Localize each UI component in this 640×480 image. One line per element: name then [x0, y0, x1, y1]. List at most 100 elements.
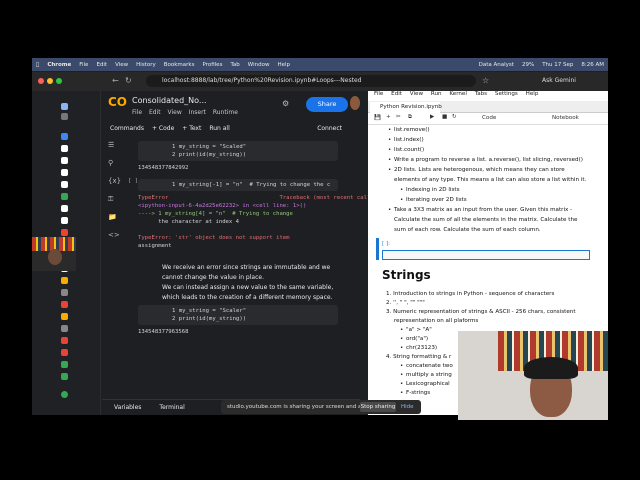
numbered-item-cont: representation on all plaforms	[394, 318, 479, 324]
close-window-icon[interactable]	[38, 78, 44, 84]
stop-sharing-button[interactable]: Stop sharing	[360, 402, 396, 412]
menu-file[interactable]: File	[132, 109, 142, 116]
youtube-icon[interactable]	[61, 349, 68, 356]
menubar-help[interactable]: Help	[277, 62, 290, 68]
numbered-item: 1. Introduction to strings in Python - s…	[386, 291, 555, 297]
menubar-bookmarks[interactable]: Bookmarks	[164, 62, 195, 68]
menubar-view[interactable]: View	[115, 62, 128, 68]
avatar[interactable]	[350, 96, 360, 110]
back-icon[interactable]: ←	[112, 76, 119, 85]
reload-icon[interactable]: ↻	[125, 76, 132, 85]
code-icon[interactable]: <>	[108, 231, 120, 239]
github-icon[interactable]	[61, 145, 68, 152]
hide-banner-button[interactable]: Hide	[401, 402, 414, 412]
extension-icon[interactable]	[61, 373, 68, 380]
search-icon[interactable]: ⚲	[108, 159, 113, 167]
github-icon[interactable]	[61, 157, 68, 164]
github-icon[interactable]	[61, 217, 68, 224]
menubar-edit[interactable]: Edit	[96, 62, 107, 68]
code-cell[interactable]: 1 my_string = "Scaled" 2 print(id(my_str…	[138, 141, 338, 161]
connect-button[interactable]: Connect	[317, 125, 342, 132]
kernel-label[interactable]: Notebook	[552, 115, 579, 121]
url-bar[interactable]: localhost:8888/lab/tree/Python%20Revisio…	[146, 75, 476, 87]
github-icon[interactable]	[61, 169, 68, 176]
menubar-file[interactable]: File	[79, 62, 88, 68]
youtube-icon[interactable]	[61, 337, 68, 344]
extension-icon[interactable]	[61, 313, 68, 320]
error-message: assignment	[138, 243, 172, 249]
traceback-line: <ipython-input-6-4a2d25e62232> in <cell …	[138, 203, 307, 209]
save-icon[interactable]: 💾	[374, 115, 381, 121]
cell-type-select[interactable]: Code	[482, 115, 496, 121]
menu-runtime[interactable]: Runtime	[213, 109, 238, 116]
stop-icon[interactable]: ■	[442, 114, 447, 120]
run-icon[interactable]: ▶	[430, 114, 434, 120]
jmenu-help[interactable]: Help	[526, 91, 539, 97]
menu-edit[interactable]: Edit	[149, 109, 161, 116]
variables-tab[interactable]: Variables	[114, 404, 141, 411]
add-code-button[interactable]: + Code	[152, 125, 174, 132]
jmenu-edit[interactable]: Edit	[391, 91, 402, 97]
extension-icon[interactable]	[61, 133, 68, 140]
github-icon[interactable]	[61, 181, 68, 188]
extension-icon[interactable]	[61, 229, 68, 236]
code-cell[interactable]: 1 my_string = "Scaler" 2 print(id(my_str…	[138, 305, 338, 325]
menubar-app[interactable]: Chrome	[47, 62, 71, 68]
extension-icon[interactable]	[61, 289, 68, 296]
extension-icon[interactable]	[61, 277, 68, 284]
list-item: Take a 3X3 matrix as an input from the u…	[388, 206, 572, 214]
variables-icon[interactable]: {x}	[108, 177, 121, 185]
code-cell[interactable]: [ ] 1 my_string[-1] = "n" # Trying to ch…	[128, 178, 338, 191]
jmenu-file[interactable]: File	[374, 91, 383, 97]
star-icon[interactable]: ☆	[482, 76, 489, 85]
add-icon[interactable]	[61, 391, 68, 398]
colab-logo[interactable]: CO	[108, 96, 127, 108]
menu-view[interactable]: View	[168, 109, 182, 116]
exec-count[interactable]: [ ]	[128, 178, 138, 184]
add-cell-icon[interactable]: +	[386, 114, 391, 120]
menu-insert[interactable]: Insert	[189, 109, 206, 116]
apple-icon[interactable]: 	[36, 62, 39, 68]
share-button[interactable]: Share	[306, 97, 348, 112]
commands-button[interactable]: Commands	[110, 125, 144, 132]
extension-icon[interactable]	[61, 113, 68, 120]
github-icon[interactable]	[61, 205, 68, 212]
secrets-icon[interactable]: ⚿	[108, 195, 113, 204]
menubar-tab[interactable]: Tab	[230, 62, 239, 68]
run-all-button[interactable]: Run all	[209, 125, 229, 132]
cut-icon[interactable]: ✂	[396, 114, 401, 120]
list-item: list.count()	[388, 146, 424, 154]
menubar-history[interactable]: History	[136, 62, 156, 68]
terminal-tab[interactable]: Terminal	[159, 404, 184, 411]
extension-icon[interactable]	[61, 361, 68, 368]
add-text-button[interactable]: + Text	[182, 125, 201, 132]
sub-list-item: chr(23123)	[400, 344, 437, 352]
ask-gemini-button[interactable]: Ask Gemini	[542, 77, 576, 84]
jmenu-view[interactable]: View	[410, 91, 423, 97]
jmenu-settings[interactable]: Settings	[495, 91, 518, 97]
maximize-window-icon[interactable]	[56, 78, 62, 84]
minimize-window-icon[interactable]	[47, 78, 53, 84]
settings-icon[interactable]: ⚙	[282, 99, 289, 108]
notebook-title[interactable]: Consolidated_No...	[132, 96, 207, 105]
extension-icon[interactable]	[61, 325, 68, 332]
menubar-window[interactable]: Window	[248, 62, 270, 68]
list-item-cont: Calculate the sum of all the elements in…	[394, 217, 578, 223]
notebook-tab[interactable]: Python Revision.ipynb	[370, 102, 442, 113]
jmenu-kernel[interactable]: Kernel	[449, 91, 467, 97]
numbered-item-text: String formatting & r	[393, 354, 452, 360]
webcam-overlay	[458, 331, 608, 420]
copy-icon[interactable]: ⧉	[408, 114, 412, 121]
jmenu-tabs[interactable]: Tabs	[475, 91, 487, 97]
youtube-icon[interactable]	[61, 301, 68, 308]
jmenu-run[interactable]: Run	[431, 91, 442, 97]
numbered-item-text: '', " ", "" """	[393, 300, 425, 306]
restart-icon[interactable]: ↻	[452, 114, 457, 120]
code-cell-input[interactable]	[382, 250, 590, 260]
toc-icon[interactable]: ☰	[108, 141, 114, 149]
menubar-data-analyst[interactable]: Data Analyst	[479, 62, 514, 68]
files-icon[interactable]: 📁	[108, 213, 117, 221]
extension-icon[interactable]	[61, 193, 68, 200]
panel-icon[interactable]	[61, 103, 68, 110]
menubar-profiles[interactable]: Profiles	[202, 62, 222, 68]
